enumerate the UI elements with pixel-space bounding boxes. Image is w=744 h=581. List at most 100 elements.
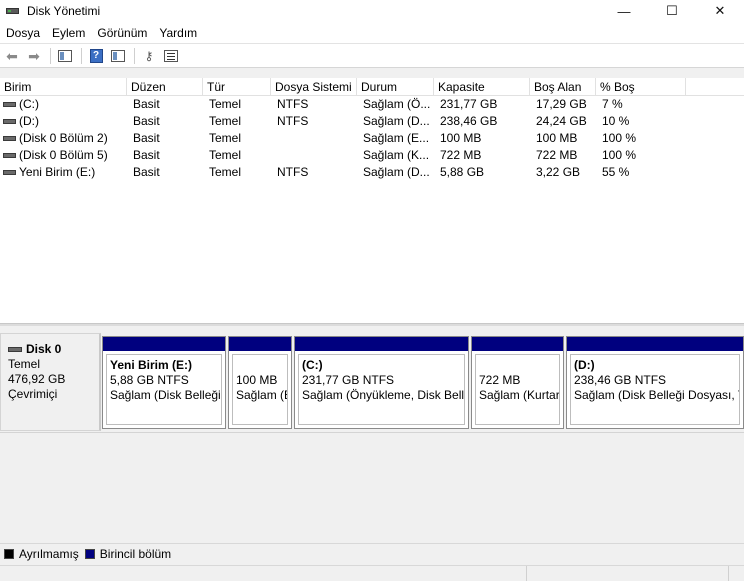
title-bar: Disk Yönetimi — ☐ ✕ xyxy=(0,0,744,22)
partition-size: 722 MB xyxy=(479,373,521,387)
free-space-cell: 24,24 GB xyxy=(536,114,587,128)
help-button[interactable]: ? xyxy=(86,47,106,65)
partition-details: 722 MB Sağlam (Kurtar xyxy=(475,354,560,425)
free-space-cell: 722 MB xyxy=(536,148,578,162)
window-title: Disk Yönetimi xyxy=(27,4,101,18)
menu-bar: Dosya Eylem Görünüm Yardım xyxy=(0,22,744,44)
column-header-kapasite[interactable]: Kapasite xyxy=(434,78,530,95)
column-header-durum[interactable]: Durum xyxy=(357,78,434,95)
partition-block[interactable]: 100 MB Sağlam (E xyxy=(228,336,292,429)
back-button[interactable]: ⬅ xyxy=(2,47,22,65)
toolbar: ⬅ ➡ ? ⚷ xyxy=(0,44,744,68)
column-header-bos-alan[interactable]: Boş Alan xyxy=(530,78,596,95)
table-row[interactable]: (Disk 0 Bölüm 2) Basit Temel Sağlam (E..… xyxy=(0,130,744,147)
list-view-button[interactable] xyxy=(161,47,181,65)
table-row[interactable]: (C:) Basit Temel NTFS Sağlam (Ö... 231,7… xyxy=(0,96,744,113)
volume-name-cell: (D:) xyxy=(0,113,127,130)
table-row[interactable]: Yeni Birim (E:) Basit Temel NTFS Sağlam … xyxy=(0,164,744,181)
partition-status: Sağlam (Disk Belleği xyxy=(110,388,221,402)
volume-list: Birim Düzen Tür Dosya Sistemi Durum Kapa… xyxy=(0,78,744,323)
partition-size: 100 MB xyxy=(236,373,278,387)
console-tree-icon xyxy=(58,49,72,62)
menu-gorunum[interactable]: Görünüm xyxy=(93,26,155,40)
status-cell: Sağlam (K... xyxy=(363,148,430,162)
disk-state: Çevrimiçi xyxy=(8,387,58,401)
volume-name-cell: (Disk 0 Bölüm 2) xyxy=(0,130,127,147)
toolbar-separator xyxy=(81,47,82,64)
partition-size: 238,46 GB NTFS xyxy=(574,373,667,387)
primary-partition-band xyxy=(472,337,563,351)
filesystem-cell xyxy=(271,147,357,164)
column-header-duzen[interactable]: Düzen xyxy=(127,78,203,95)
volume-name: (Disk 0 Bölüm 2) xyxy=(19,131,108,145)
status-cell: Sağlam (E... xyxy=(363,131,430,145)
status-cell: Sağlam (D... xyxy=(363,165,430,179)
forward-button[interactable]: ➡ xyxy=(24,47,44,65)
console-tree-button[interactable] xyxy=(55,47,75,65)
primary-partition-band xyxy=(567,337,743,351)
rescan-button[interactable]: ⚷ xyxy=(139,47,159,65)
partition-name: (C:) xyxy=(302,358,323,372)
close-button[interactable]: ✕ xyxy=(696,0,744,22)
table-row[interactable]: (D:) Basit Temel NTFS Sağlam (D... 238,4… xyxy=(0,113,744,130)
volume-list-header: Birim Düzen Tür Dosya Sistemi Durum Kapa… xyxy=(0,78,744,96)
filesystem-cell xyxy=(271,130,357,147)
menu-eylem[interactable]: Eylem xyxy=(48,26,93,40)
menu-dosya[interactable]: Dosya xyxy=(2,26,48,40)
disk-icon xyxy=(8,347,22,352)
primary-partition-band xyxy=(295,337,468,351)
layout-cell: Basit xyxy=(133,148,160,162)
disk-type: Temel xyxy=(8,357,41,371)
status-bar-divider xyxy=(526,566,527,581)
free-space-cell: 3,22 GB xyxy=(536,165,581,179)
partition-status: Sağlam (E xyxy=(236,388,288,402)
layout-cell: Basit xyxy=(133,97,160,111)
disk-info-panel[interactable]: Disk 0 Temel 476,92 GB Çevrimiçi xyxy=(0,333,101,431)
toolbar-separator xyxy=(50,47,51,64)
partition-block[interactable]: (C:) 231,77 GB NTFS Sağlam (Önyükleme, D… xyxy=(294,336,469,429)
menu-yardim[interactable]: Yardım xyxy=(155,26,205,40)
partition-status: Sağlam (Önyükleme, Disk Belle xyxy=(302,388,465,402)
volume-name: (Disk 0 Bölüm 5) xyxy=(19,148,108,162)
minimize-button[interactable]: — xyxy=(600,0,648,22)
partition-name xyxy=(479,358,559,373)
rescan-key-icon: ⚷ xyxy=(144,48,154,63)
column-header-birim[interactable]: Birim xyxy=(0,78,127,95)
drive-icon xyxy=(3,119,16,124)
volume-name: (C:) xyxy=(19,97,39,111)
column-header-yuzde-bos[interactable]: % Boş xyxy=(596,78,686,95)
partition-block[interactable]: Yeni Birim (E:) 5,88 GB NTFS Sağlam (Dis… xyxy=(102,336,226,429)
column-header-dosya-sistemi[interactable]: Dosya Sistemi xyxy=(271,78,357,95)
filesystem-cell: NTFS xyxy=(277,114,309,128)
partition-status: Sağlam (Kurtar xyxy=(479,388,560,402)
drive-icon xyxy=(3,153,16,158)
maximize-button[interactable]: ☐ xyxy=(648,0,696,22)
disk-size: 476,92 GB xyxy=(8,372,66,386)
filesystem-cell: NTFS xyxy=(277,97,309,111)
type-cell: Temel xyxy=(209,131,242,145)
legend-label: Birincil bölüm xyxy=(99,546,172,561)
disk-row-divider xyxy=(0,432,744,433)
disk-management-window: Disk Yönetimi — ☐ ✕ Dosya Eylem Görünüm … xyxy=(0,0,744,581)
column-header-filler xyxy=(686,78,744,95)
drive-icon xyxy=(3,170,16,175)
percent-free-cell: 100 % xyxy=(602,131,637,145)
capacity-cell: 100 MB xyxy=(440,131,482,145)
column-header-tur[interactable]: Tür xyxy=(203,78,271,95)
legend-label: Ayrılmamış xyxy=(19,546,79,561)
unallocated-swatch xyxy=(4,548,14,559)
partition-block[interactable]: 722 MB Sağlam (Kurtar xyxy=(471,336,564,429)
partition-details: (D:) 238,46 GB NTFS Sağlam (Disk Belleği… xyxy=(570,354,740,425)
volume-name: Yeni Birim (E:) xyxy=(19,165,96,179)
filesystem-cell: NTFS xyxy=(277,165,309,179)
layout-cell: Basit xyxy=(133,131,160,145)
forward-arrow-icon: ➡ xyxy=(28,47,40,64)
partition-block[interactable]: (D:) 238,46 GB NTFS Sağlam (Disk Belleği… xyxy=(566,336,744,429)
partition-name xyxy=(236,358,287,373)
properties-button[interactable] xyxy=(108,47,128,65)
status-bar xyxy=(0,565,744,581)
primary-partition-swatch xyxy=(84,548,95,559)
table-row[interactable]: (Disk 0 Bölüm 5) Basit Temel Sağlam (K..… xyxy=(0,147,744,164)
partition-details: (C:) 231,77 GB NTFS Sağlam (Önyükleme, D… xyxy=(298,354,465,425)
volume-name-cell: (Disk 0 Bölüm 5) xyxy=(0,147,127,164)
